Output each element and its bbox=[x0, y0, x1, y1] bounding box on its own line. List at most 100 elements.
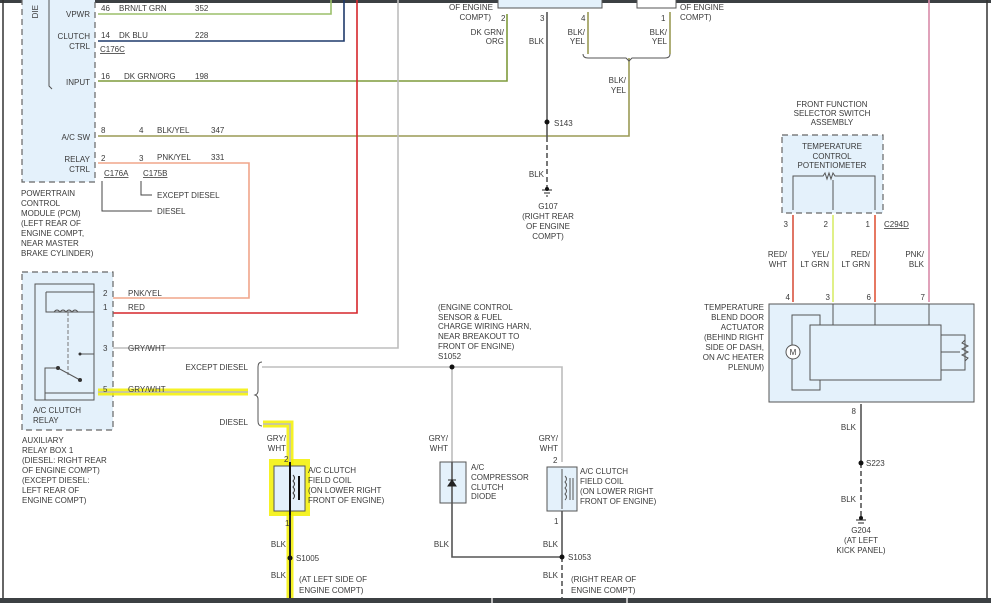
diagram-label: RED bbox=[128, 303, 145, 312]
diagram-label: 2 bbox=[284, 455, 289, 464]
relay-wire-labels: 2 PNK/YEL 1 RED 3 GRY/WHT 5 GRY/WHT EXCEPT D… bbox=[103, 289, 249, 427]
diagram-label: BLK bbox=[543, 540, 559, 549]
diagram-label: OF ENGINE COMPT) bbox=[680, 3, 724, 22]
wire-pnk-yel[interactable] bbox=[98, 162, 250, 299]
diagram-label: 2 bbox=[824, 220, 829, 229]
bottom-divider bbox=[626, 598, 628, 603]
diagram-label: 2 bbox=[103, 289, 108, 298]
acsw-label: A/C SW bbox=[62, 133, 91, 142]
diagram-label: FRONT FUNCTION SELECTOR SWITCH ASSEMBLY bbox=[794, 100, 871, 127]
connector-c294d: C294D bbox=[884, 220, 909, 229]
diagram-label: 3 bbox=[139, 154, 144, 163]
pcm-side-label: DIE bbox=[31, 5, 40, 18]
diagram-label: 228 bbox=[195, 31, 209, 40]
diagram-label: DK GRN/ORG bbox=[471, 28, 505, 46]
relay-box-caption: AUXILIARY RELAY BOX 1 (DIESEL: RIGHT REAR O… bbox=[22, 436, 107, 505]
diagram-label: 1 bbox=[554, 517, 559, 526]
wire-blk-yel[interactable] bbox=[98, 58, 630, 137]
diagram-label: 3 bbox=[103, 344, 108, 353]
diagram-label: BLK bbox=[841, 423, 857, 432]
diagram-label: PNK/BLK bbox=[905, 250, 924, 269]
diagram-label: 14 bbox=[101, 31, 110, 40]
pcm-wire-labels: 46 BRN/LT GRN 352 14 DK BLU 228 C176C 16 DK G… bbox=[100, 4, 225, 216]
diagram-label: 1 bbox=[103, 303, 108, 312]
diagram-label: A/C CLUTCH FIELD COIL (ON LOWER RIGHT FRONT… bbox=[580, 467, 657, 506]
diagram-label: GRY/WHT bbox=[128, 385, 166, 394]
pcm-module: DIE VPWR CLUTCH CTRL INPUT A/C SW RELAY … bbox=[21, 0, 96, 183]
diagram-label: PNK/YEL bbox=[128, 289, 162, 298]
diagram-label: 2 bbox=[101, 154, 106, 163]
diagram-label: 3 bbox=[540, 14, 545, 23]
bottom-divider bbox=[491, 598, 493, 603]
diagram-label: 1 bbox=[285, 519, 290, 528]
diagram-label: GRY/ bbox=[539, 434, 559, 443]
diagram-label: (RIGHT REAR OF ENGINE COMPT) bbox=[571, 575, 636, 595]
diagram-label: 4 bbox=[581, 14, 586, 23]
connector-c176c: C176C bbox=[100, 45, 125, 54]
ac-clutch-field-coil: GRY/WHT 2 1 A/C CLUTCH FIELD COIL (ON LOWER… bbox=[539, 434, 657, 598]
diagram-label: (AT LEFT SIDE OF ENGINE COMPT) bbox=[299, 575, 367, 595]
diagram-label: 8 bbox=[101, 126, 106, 135]
diagram-label: BLK bbox=[271, 540, 287, 549]
relay-ctrl-label: RELAY bbox=[64, 155, 90, 164]
selector-wire-labels: RED/WHT YEL/LT GRN RED/LT GRN PNK/BLK bbox=[768, 250, 925, 269]
diagram-label: 5 bbox=[103, 385, 108, 394]
wiring-diagram: DIE VPWR CLUTCH CTRL INPUT A/C SW RELAY … bbox=[0, 0, 991, 603]
diagram-label: 1 bbox=[866, 220, 871, 229]
diagram-label: 198 bbox=[195, 72, 209, 81]
diagram-label: PNK/YEL bbox=[157, 153, 191, 162]
diagram-label: GRY/WHT bbox=[128, 344, 166, 353]
diagram-label: BRN/LT GRN bbox=[119, 4, 167, 13]
auxiliary-relay-box: A/C CLUTCH RELAY bbox=[21, 271, 114, 431]
wire-red[interactable] bbox=[98, 0, 358, 314]
diagram-label: EXCEPT DIESEL bbox=[157, 191, 220, 200]
diagram-label: WHT bbox=[268, 444, 286, 453]
diagram-label: BLK bbox=[271, 571, 287, 580]
input-label: INPUT bbox=[66, 78, 90, 87]
diagram-label: A/C CLUTCH FIELD COIL (ON LOWER RIGHT FRONT… bbox=[308, 466, 385, 505]
diagram-label: RED/WHT bbox=[768, 250, 788, 269]
diagram-label: GRY/ bbox=[267, 434, 287, 443]
front-function-selector-switch: FRONT FUNCTION SELECTOR SWITCH ASSEMBLY TE… bbox=[781, 100, 909, 229]
diagram-label: BLK/YEL bbox=[157, 126, 190, 135]
connector-c176a: C176A bbox=[104, 169, 129, 178]
diagram-label: 2 bbox=[553, 456, 558, 465]
diagram-label: BLK/YEL bbox=[568, 28, 586, 46]
clutch-label-2: CTRL bbox=[69, 42, 90, 51]
diagram-label: 1 bbox=[661, 14, 666, 23]
diagram-label: 3 bbox=[784, 220, 789, 229]
diagram-label: WHT bbox=[430, 444, 448, 453]
diagram-label: 46 bbox=[101, 4, 110, 13]
vpwr-label: VPWR bbox=[66, 10, 90, 19]
wire-gry-wht-except-diesel[interactable] bbox=[262, 366, 563, 462]
relay-ctrl-label-2: CTRL bbox=[69, 165, 90, 174]
diagram-label: BLK bbox=[543, 571, 559, 580]
diagram-label: BLK bbox=[529, 170, 545, 179]
top-frame-bar bbox=[0, 0, 991, 3]
temperature-blend-door-actuator: M 4 3 6 7 TEMPERATURE BLEND DOOR ACTUATOR (BEH… bbox=[703, 293, 975, 555]
s1052-caption: (ENGINE CONTROL SENSOR & FUEL CHARGE WIRIN… bbox=[438, 303, 531, 361]
diagram-label: 7 bbox=[921, 293, 926, 302]
top-middle-connectors: OF ENGINE COMPT) 2 3 4 1 OF ENGINE COMPT) DK … bbox=[449, 0, 724, 241]
option-brace bbox=[253, 361, 263, 427]
clutch-label: CLUTCH bbox=[58, 32, 91, 41]
pcm-caption: POWERTRAIN CONTROL MODULE (PCM) (LEFT REAR … bbox=[21, 189, 94, 258]
bottom-frame-bar bbox=[0, 598, 991, 603]
splice-s143: S143 bbox=[554, 119, 573, 128]
diagram-label: DK BLU bbox=[119, 31, 148, 40]
diagram-label: G204 (AT LEFT KICK PANEL) bbox=[836, 526, 886, 555]
wire-dk-grn-org[interactable] bbox=[98, 14, 508, 82]
splice-s1052-dot bbox=[449, 364, 455, 370]
connector-c175b: C175B bbox=[143, 169, 167, 178]
motor-symbol: M bbox=[790, 348, 797, 357]
diagram-label: 331 bbox=[211, 153, 225, 162]
diagram-label: 6 bbox=[867, 293, 872, 302]
diagram-label: 4 bbox=[786, 293, 791, 302]
diagram-label: 8 bbox=[852, 407, 857, 416]
splice-s223: S223 bbox=[866, 459, 885, 468]
diagram-label: BLK bbox=[529, 37, 545, 46]
diagram-label: EXCEPT DIESEL bbox=[185, 363, 248, 372]
diagram-label: BLK/YEL bbox=[650, 28, 668, 46]
diagram-label: GRY/ bbox=[429, 434, 449, 443]
diagram-label: DIESEL bbox=[220, 418, 249, 427]
